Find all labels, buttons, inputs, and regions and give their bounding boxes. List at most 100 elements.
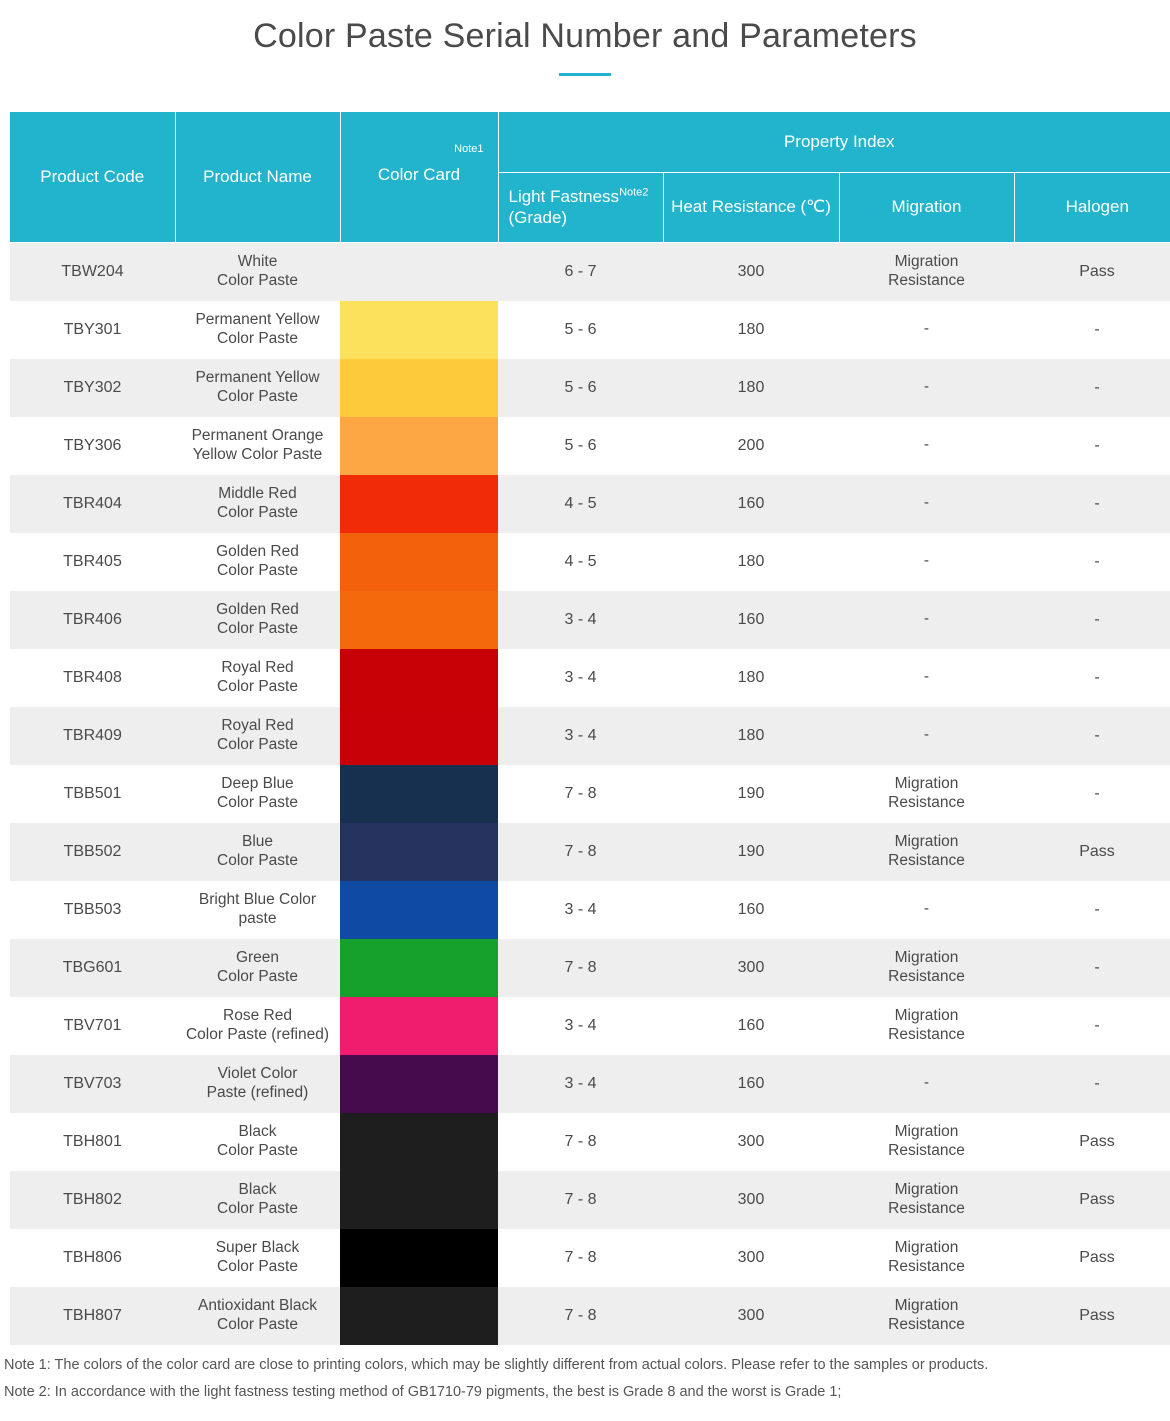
- cell-halogen: -: [1014, 300, 1170, 359]
- cell-heat-resistance: 180: [663, 706, 839, 765]
- cell-product-code: TBB501: [10, 764, 175, 823]
- cell-migration: -: [839, 358, 1014, 417]
- cell-product-name: Blue Color Paste: [175, 822, 340, 881]
- table-row: TBV703 Violet Color Paste (refined) 3 - 41…: [10, 1054, 1170, 1113]
- cell-light-fastness: 4 - 5: [498, 474, 663, 533]
- table-row: TBB502 Blue Color Paste 7 - 8 190 Migration …: [10, 822, 1170, 881]
- color-swatch: [340, 590, 498, 649]
- cell-product-code: TBH802: [10, 1170, 175, 1229]
- cell-product-name: Royal Red Color Paste: [175, 706, 340, 765]
- cell-product-code: TBG601: [10, 938, 175, 997]
- cell-color-card: [340, 474, 498, 533]
- cell-color-card: [340, 1112, 498, 1171]
- table-row: TBV701 Rose Red Color Paste (refined) 3 - …: [10, 996, 1170, 1055]
- cell-heat-resistance: 300: [663, 1112, 839, 1171]
- cell-migration: Migration Resistance: [839, 996, 1014, 1055]
- cell-halogen: -: [1014, 706, 1170, 765]
- color-swatch: [340, 474, 498, 533]
- cell-product-name: Golden Red Color Paste: [175, 590, 340, 649]
- color-swatch: [340, 358, 498, 417]
- table-row: TBR408 Royal Red Color Paste 3 - 4 180- -: [10, 648, 1170, 707]
- cell-light-fastness: 5 - 6: [498, 416, 663, 475]
- cell-heat-resistance: 300: [663, 242, 839, 301]
- cell-heat-resistance: 300: [663, 1228, 839, 1287]
- table-row: TBB503 Bright Blue Color paste 3 - 4 160- -: [10, 880, 1170, 939]
- table-row: TBY301 Permanent Yellow Color Paste 5 - 61…: [10, 300, 1170, 359]
- note-line-2: Note 2: In accordance with the light fas…: [4, 1384, 842, 1400]
- cell-halogen: -: [1014, 880, 1170, 939]
- cell-product-name: Middle Red Color Paste: [175, 474, 340, 533]
- cell-product-code: TBB503: [10, 880, 175, 939]
- cell-product-name: White Color Paste: [175, 242, 340, 301]
- header-color-card: Note1 Color Card: [339, 112, 499, 243]
- header-halogen: Halogen: [1013, 171, 1170, 243]
- cell-migration: Migration Resistance: [839, 764, 1014, 823]
- cell-product-name: Black Color Paste: [175, 1112, 340, 1171]
- color-swatch: [340, 996, 498, 1055]
- color-paste-spec-table: Product Code Product Name Note1 Color Ca…: [10, 112, 1170, 1345]
- cell-light-fastness: 3 - 4: [498, 880, 663, 939]
- cell-product-code: TBV701: [10, 996, 175, 1055]
- cell-halogen: Pass: [1014, 1112, 1170, 1171]
- cell-light-fastness: 6 - 7: [498, 242, 663, 301]
- header-light-fastness: Light FastnessNote2 (Grade): [497, 171, 664, 243]
- cell-halogen: -: [1014, 474, 1170, 533]
- cell-heat-resistance: 160: [663, 474, 839, 533]
- cell-migration: Migration Resistance: [839, 1228, 1014, 1287]
- title-underline-rule: [559, 73, 611, 76]
- header-product-code: Product Code: [10, 112, 176, 243]
- header-product-name: Product Name: [174, 112, 341, 243]
- cell-product-name: Golden Red Color Paste: [175, 532, 340, 591]
- cell-migration: -: [839, 1054, 1014, 1113]
- cell-heat-resistance: 180: [663, 358, 839, 417]
- cell-product-code: TBR404: [10, 474, 175, 533]
- table-row: TBG601 Green Color Paste 7 - 8 300 Migration…: [10, 938, 1170, 997]
- table-row: TBH807 Antioxidant Black Color Paste 7 - 8…: [10, 1286, 1170, 1345]
- cell-light-fastness: 3 - 4: [498, 1054, 663, 1113]
- cell-product-code: TBH801: [10, 1112, 175, 1171]
- cell-color-card: [340, 706, 498, 765]
- cell-migration: Migration Resistance: [839, 822, 1014, 881]
- color-swatch: [340, 1112, 498, 1171]
- color-swatch: [340, 648, 498, 707]
- header-light-fastness-text: Light Fastness: [508, 186, 620, 206]
- cell-migration: -: [839, 416, 1014, 475]
- cell-color-card: [340, 1286, 498, 1345]
- color-swatch: [340, 1170, 498, 1229]
- cell-light-fastness: 3 - 4: [498, 648, 663, 707]
- cell-light-fastness: 7 - 8: [498, 1112, 663, 1171]
- cell-product-code: TBR408: [10, 648, 175, 707]
- table-row: TBR404 Middle Red Color Paste 4 - 5 160- -: [10, 474, 1170, 533]
- cell-color-card: [340, 822, 498, 881]
- header-light-fastness-line1: Light FastnessNote2: [509, 186, 649, 207]
- table-row: TBH802 Black Color Paste 7 - 8 300 Migration…: [10, 1170, 1170, 1229]
- cell-color-card: [340, 590, 498, 649]
- cell-migration: Migration Resistance: [839, 1170, 1014, 1229]
- notes-block: Note 1: The colors of the color card are…: [4, 1352, 1166, 1406]
- note-line-1: Note 1: The colors of the color card are…: [4, 1357, 989, 1373]
- cell-halogen: Pass: [1014, 822, 1170, 881]
- header-row-top: Product Code Product Name Note1 Color Ca…: [10, 112, 1170, 243]
- cell-migration: Migration Resistance: [839, 938, 1014, 997]
- cell-color-card: [340, 242, 498, 301]
- table-row: TBY306 Permanent Orange Yellow Color Past…: [10, 416, 1170, 475]
- cell-product-name: Green Color Paste: [175, 938, 340, 997]
- cell-product-code: TBY301: [10, 300, 175, 359]
- cell-light-fastness: 3 - 4: [498, 590, 663, 649]
- cell-color-card: [340, 1170, 498, 1229]
- cell-product-name: Super Black Color Paste: [175, 1228, 340, 1287]
- cell-product-name: Permanent Yellow Color Paste: [175, 358, 340, 417]
- table-row: TBR406 Golden Red Color Paste 3 - 4 160- -: [10, 590, 1170, 649]
- cell-product-code: TBW204: [10, 242, 175, 301]
- cell-halogen: -: [1014, 358, 1170, 417]
- cell-product-code: TBH807: [10, 1286, 175, 1345]
- cell-product-code: TBY306: [10, 416, 175, 475]
- cell-heat-resistance: 300: [663, 1170, 839, 1229]
- cell-halogen: -: [1014, 590, 1170, 649]
- cell-color-card: [340, 1054, 498, 1113]
- cell-product-name: Black Color Paste: [175, 1170, 340, 1229]
- cell-product-code: TBR405: [10, 532, 175, 591]
- cell-color-card: [340, 764, 498, 823]
- cell-light-fastness: 7 - 8: [498, 938, 663, 997]
- cell-heat-resistance: 190: [663, 764, 839, 823]
